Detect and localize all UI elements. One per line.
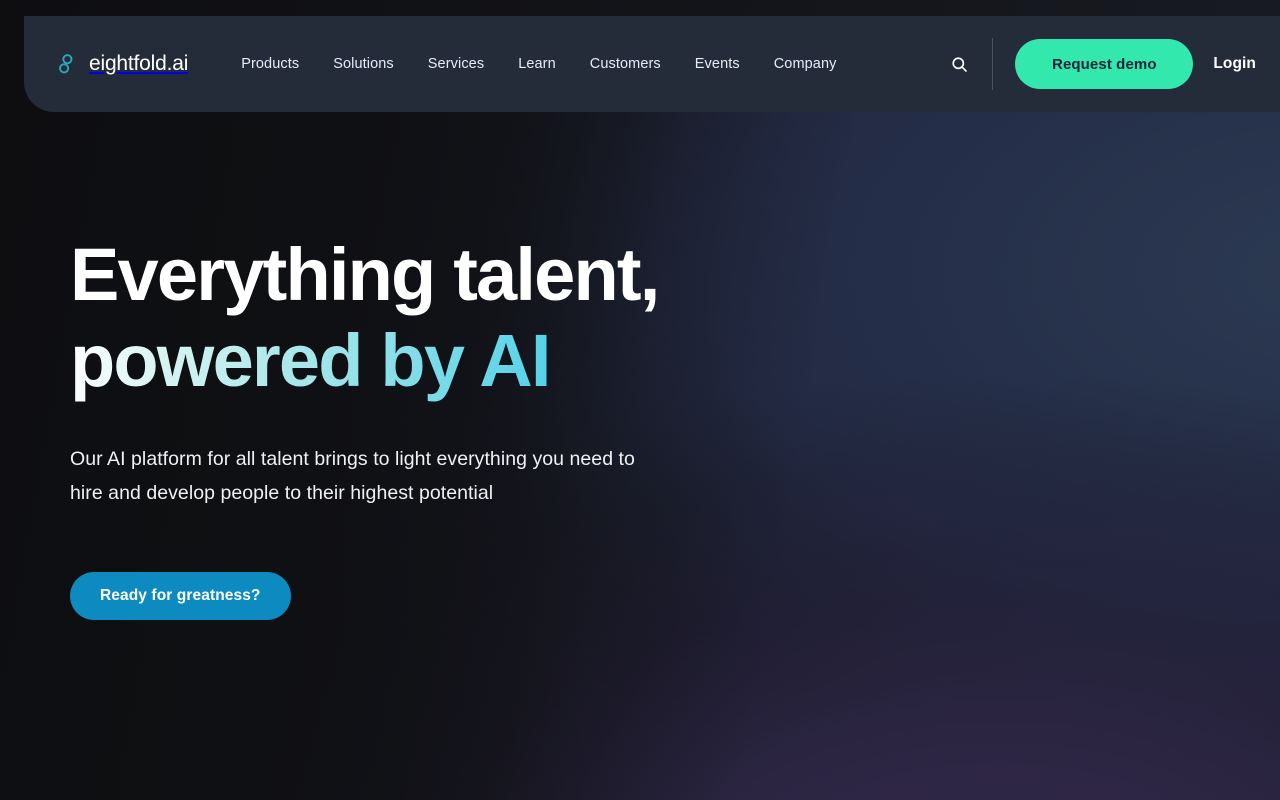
nav-item-learn[interactable]: Learn bbox=[501, 46, 573, 82]
main-nav: Products Solutions Services Learn Custom… bbox=[224, 46, 853, 82]
search-icon[interactable] bbox=[942, 47, 976, 81]
nav-item-customers[interactable]: Customers bbox=[573, 46, 678, 82]
hero-subheadline: Our AI platform for all talent brings to… bbox=[70, 448, 635, 504]
headline-line-1: Everything talent, bbox=[70, 233, 660, 316]
page-title: Everything talent, powered by AI bbox=[70, 232, 830, 404]
nav-item-company[interactable]: Company bbox=[757, 46, 854, 82]
nav-item-solutions[interactable]: Solutions bbox=[316, 46, 411, 82]
page-root: eightfold.ai Products Solutions Services… bbox=[0, 0, 1280, 800]
request-demo-button[interactable]: Request demo bbox=[1015, 39, 1194, 89]
brand-logo[interactable]: eightfold.ai bbox=[56, 52, 188, 76]
brand-name: eightfold.ai bbox=[89, 52, 189, 75]
site-header: eightfold.ai Products Solutions Services… bbox=[24, 16, 1280, 112]
nav-item-events[interactable]: Events bbox=[678, 46, 757, 82]
header-divider bbox=[992, 38, 994, 90]
headline-line-2: powered by AI bbox=[70, 318, 830, 404]
top-strip bbox=[0, 0, 1280, 16]
login-link[interactable]: Login bbox=[1213, 55, 1256, 73]
nav-item-products[interactable]: Products bbox=[224, 46, 316, 82]
ready-for-greatness-button[interactable]: Ready for greatness? bbox=[70, 572, 291, 620]
hero-section: Everything talent, powered by AI Our AI … bbox=[70, 232, 830, 620]
infinity-icon bbox=[56, 52, 80, 76]
header-actions: Request demo Login bbox=[942, 16, 1280, 112]
nav-item-services[interactable]: Services bbox=[411, 46, 501, 82]
